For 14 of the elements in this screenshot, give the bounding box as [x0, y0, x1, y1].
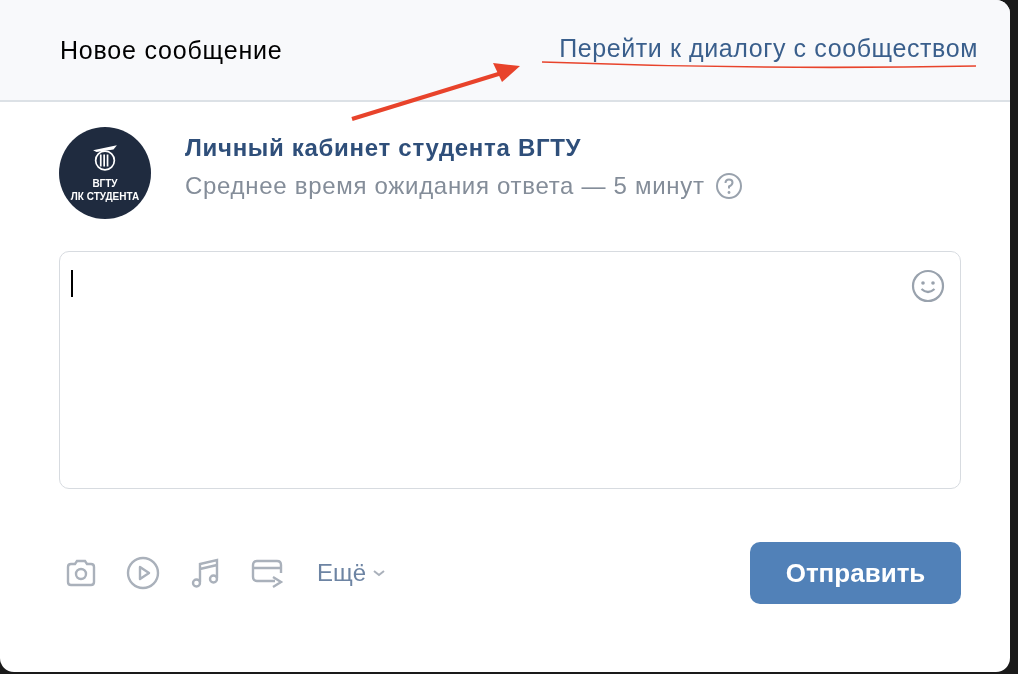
help-icon[interactable] [714, 172, 743, 200]
avatar-caption: ЛК СТУДЕНТА [70, 190, 140, 203]
message-input-field[interactable] [59, 251, 961, 489]
more-dropdown[interactable]: Ещё [317, 559, 387, 587]
send-button[interactable]: Отправить [750, 542, 961, 604]
response-time-text: Среднее время ожидания ответа — 5 минут [185, 172, 705, 200]
play-icon[interactable] [125, 555, 161, 591]
avatar-caption: ВГТУ [92, 177, 118, 190]
dialog-title: Новое сообщение [60, 35, 283, 65]
text-cursor [71, 270, 73, 297]
community-name[interactable]: Личный кабинет студента ВГТУ [185, 134, 743, 162]
community-dialog-link[interactable]: Перейти к диалогу с сообществом [559, 33, 978, 63]
chevron-down-icon [372, 569, 387, 577]
smiley-icon[interactable] [910, 268, 946, 304]
